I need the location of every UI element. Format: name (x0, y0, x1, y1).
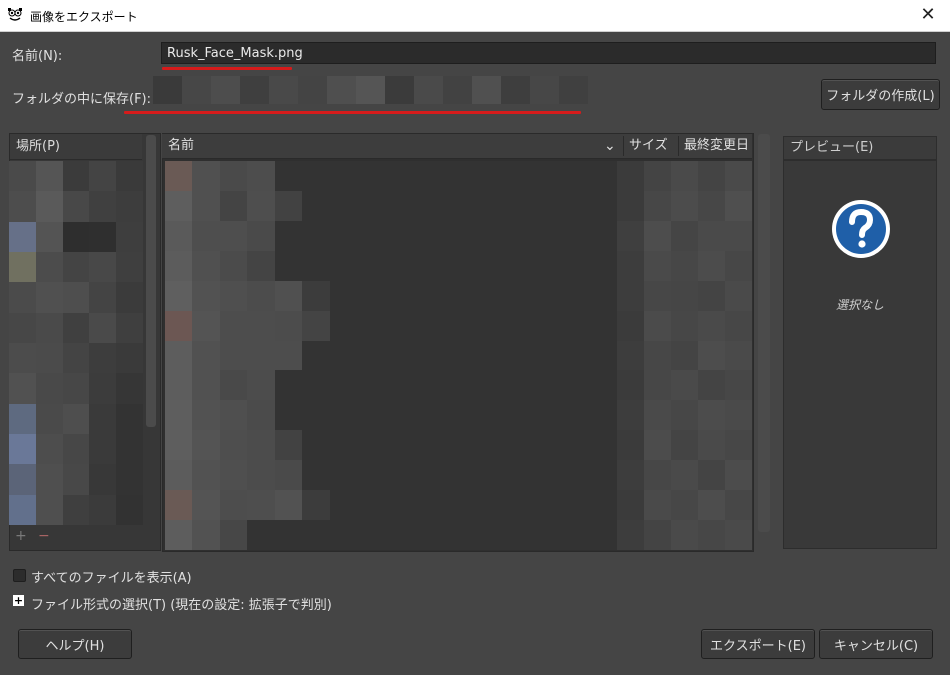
chevron-down-icon[interactable]: ⌄ (604, 134, 616, 158)
red-underline-filename (162, 67, 292, 70)
show-all-files-label: すべてのファイルを表示(A) (31, 571, 192, 586)
file-list-sizes-dates (617, 161, 752, 550)
file-type-expander-label[interactable]: ファイル形式の選択(T) (現在の設定: 拡張子で判別) (31, 594, 332, 613)
expander-plus-icon[interactable]: + (13, 595, 24, 606)
places-scrollbar[interactable] (146, 135, 156, 427)
title-bar: 画像をエクスポート ✕ (0, 0, 950, 32)
red-underline-folder (124, 111, 581, 114)
cancel-button[interactable]: キャンセル(C) (819, 629, 933, 659)
gimp-wilber-icon (8, 8, 22, 21)
add-place-icon[interactable]: + (15, 528, 27, 544)
remove-place-icon[interactable]: − (38, 528, 50, 544)
file-list-blank[interactable] (357, 161, 617, 550)
name-label: 名前(N): (12, 49, 63, 64)
folder-breadcrumb[interactable] (153, 76, 588, 104)
export-button[interactable]: エクスポート(E) (701, 629, 815, 659)
question-icon (832, 200, 890, 258)
folder-label: フォルダの中に保存(F): (12, 92, 152, 107)
files-header: 名前 ⌄ サイズ 最終変更日 (162, 134, 752, 159)
preview-header[interactable]: プレビュー(E) (783, 136, 937, 160)
show-all-files-checkbox[interactable] (13, 569, 26, 582)
places-list[interactable] (9, 161, 143, 525)
file-name-input[interactable] (161, 42, 936, 64)
create-folder-button[interactable]: フォルダの作成(L) (821, 79, 940, 110)
column-name[interactable]: 名前 (168, 134, 194, 158)
column-size[interactable]: サイズ (629, 134, 668, 158)
preview-status: 選択なし (835, 298, 884, 312)
help-button[interactable]: ヘルプ(H) (18, 629, 132, 659)
window-title: 画像をエクスポート (30, 10, 138, 24)
places-header: 場所(P) (10, 134, 142, 160)
close-icon[interactable]: ✕ (916, 3, 940, 27)
file-list-names[interactable] (165, 161, 357, 550)
files-scrollbar[interactable] (758, 134, 770, 532)
column-modified[interactable]: 最終変更日 (684, 134, 749, 158)
